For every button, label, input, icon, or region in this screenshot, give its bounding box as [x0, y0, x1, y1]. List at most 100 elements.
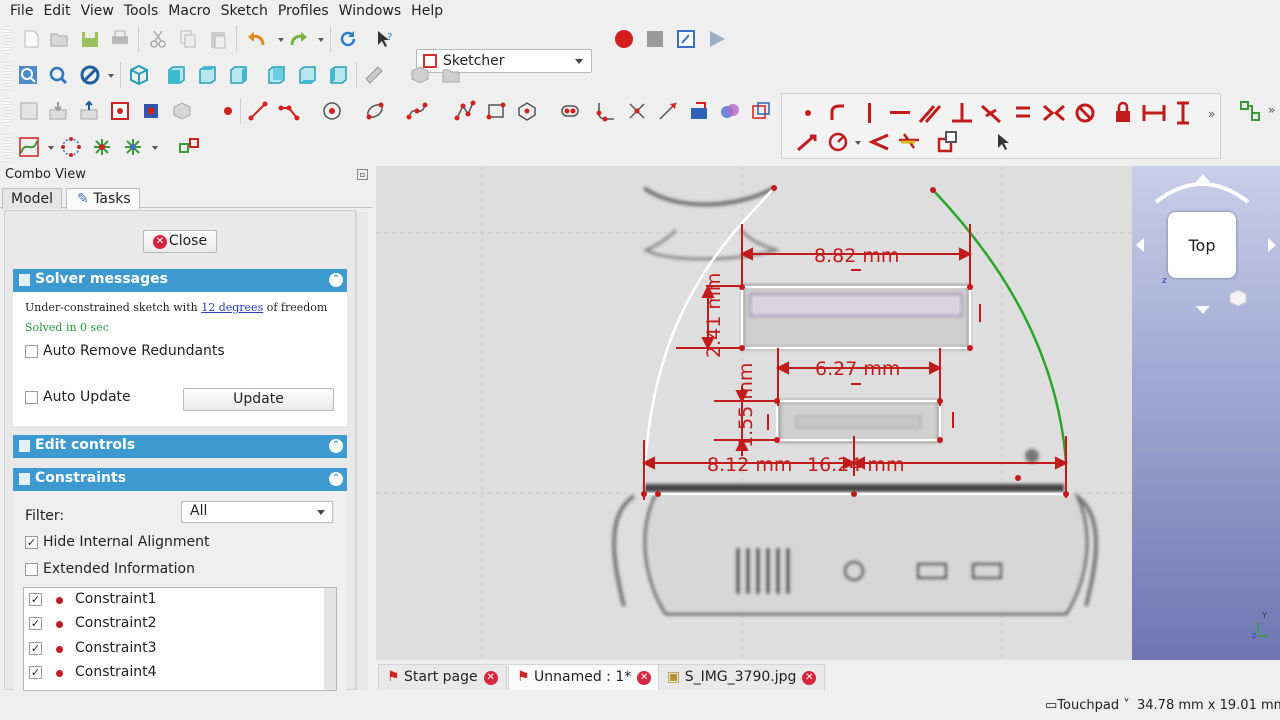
- menu-help[interactable]: Help: [406, 0, 448, 22]
- dimension-label[interactable]: 16.24 mm: [807, 454, 904, 476]
- extended-information-checkbox[interactable]: [25, 563, 38, 576]
- create-point-icon[interactable]: [215, 98, 241, 124]
- bottom-view-icon[interactable]: [294, 62, 320, 88]
- 3d-viewport[interactable]: 8.82 mm 6.27 mm 8.12 mm 16.24 mm 2.41 mm…: [376, 166, 1132, 660]
- list-item[interactable]: ✓ Constraint3: [24, 637, 319, 661]
- front-view-icon[interactable]: [163, 62, 189, 88]
- create-conic-icon[interactable]: [362, 98, 388, 124]
- solver-messages-header[interactable]: Solver messages ⌃: [13, 269, 347, 292]
- view-menu-cube-icon[interactable]: [1229, 289, 1247, 307]
- cut-icon[interactable]: [145, 26, 171, 52]
- list-item[interactable]: ✓ Constraint1: [24, 588, 319, 612]
- view-section-icon[interactable]: [138, 98, 164, 124]
- constrain-horizontal-icon[interactable]: [890, 111, 910, 114]
- carbon-copy-icon[interactable]: [717, 98, 743, 124]
- measure-distance-icon[interactable]: [361, 62, 387, 88]
- constrain-parallel-icon[interactable]: [918, 105, 942, 123]
- undock-icon[interactable]: ▫: [357, 169, 368, 180]
- tab-unnamed[interactable]: ⚑ Unnamed : 1* ✕: [508, 664, 661, 690]
- constrain-block-icon[interactable]: [1075, 103, 1095, 123]
- list-item[interactable]: ✓ Constraint2: [24, 612, 319, 636]
- isometric-view-icon[interactable]: [126, 62, 152, 88]
- menu-sketch[interactable]: Sketch: [216, 0, 273, 22]
- nav-up-arrow-icon[interactable]: [1196, 174, 1210, 182]
- menu-view[interactable]: View: [76, 0, 119, 22]
- create-slot-icon[interactable]: [557, 98, 583, 124]
- close-tab-icon[interactable]: ✕: [483, 671, 498, 685]
- constraints-header[interactable]: Constraints ⌃: [13, 468, 347, 491]
- new-sketch-icon[interactable]: [16, 98, 42, 124]
- close-tab-icon[interactable]: ✕: [637, 671, 652, 685]
- task-panel-scrollbar[interactable]: [356, 212, 368, 690]
- whats-this-icon[interactable]: ?: [372, 26, 398, 52]
- nav-down-arrow-icon[interactable]: [1196, 306, 1210, 314]
- right-view-icon[interactable]: [225, 62, 251, 88]
- new-document-icon[interactable]: [18, 26, 44, 52]
- navigation-style-selector[interactable]: ▭Touchpad ˅: [1045, 698, 1130, 713]
- create-polygon-icon[interactable]: [514, 98, 540, 124]
- create-bspline-icon[interactable]: [404, 98, 430, 124]
- constrain-vertical-distance-icon[interactable]: [1177, 101, 1189, 125]
- rotate-arrow-icon[interactable]: [1154, 182, 1250, 204]
- tab-tasks[interactable]: ✎ Tasks: [66, 188, 140, 209]
- nav-left-arrow-icon[interactable]: [1136, 238, 1144, 252]
- navigation-cube[interactable]: Top: [1168, 212, 1236, 278]
- extend-edge-icon[interactable]: [655, 98, 681, 124]
- undo-icon[interactable]: [243, 26, 269, 52]
- collapse-icon[interactable]: ⌃: [329, 273, 343, 287]
- constrain-tangent-icon[interactable]: [981, 104, 1001, 124]
- construction-mode-icon[interactable]: [748, 98, 774, 124]
- dimension-label[interactable]: 2.41 mm: [703, 273, 725, 358]
- update-button[interactable]: Update: [183, 388, 334, 411]
- fit-all-icon[interactable]: [15, 62, 41, 88]
- list-item[interactable]: ✓ Constraint4: [24, 661, 319, 685]
- open-folder-icon[interactable]: [46, 26, 72, 52]
- more-toolbar-icon[interactable]: »: [1262, 98, 1280, 124]
- tab-model[interactable]: Model: [2, 188, 63, 209]
- auto-update-checkbox[interactable]: [25, 391, 38, 404]
- tab-image[interactable]: ▣ S_IMG_3790.jpg ✕: [658, 664, 826, 690]
- create-fillet-icon[interactable]: [593, 98, 619, 124]
- copy-icon[interactable]: [175, 26, 201, 52]
- menu-profiles[interactable]: Profiles: [273, 0, 334, 22]
- close-tab-icon[interactable]: ✕: [802, 671, 817, 685]
- menu-edit[interactable]: Edit: [38, 0, 75, 22]
- constrain-coincident-icon[interactable]: [805, 110, 811, 116]
- constrain-equal-icon[interactable]: [1016, 106, 1030, 118]
- constrain-horizontal-distance-icon[interactable]: [1142, 105, 1166, 121]
- top-view-icon[interactable]: [194, 62, 220, 88]
- constrain-vertical-icon[interactable]: [868, 103, 871, 123]
- external-geometry-icon[interactable]: [686, 98, 712, 124]
- left-view-icon[interactable]: [325, 62, 351, 88]
- constrain-perpendicular-icon[interactable]: [952, 103, 972, 123]
- create-rectangle-icon[interactable]: [483, 98, 509, 124]
- collapse-icon[interactable]: ⌃: [329, 472, 343, 486]
- filter-select[interactable]: All: [181, 501, 333, 523]
- view-sketch-icon[interactable]: [107, 98, 133, 124]
- print-icon[interactable]: [107, 26, 133, 52]
- dimension-label[interactable]: 8.82 mm: [814, 245, 899, 267]
- create-line-icon[interactable]: [245, 98, 271, 124]
- refresh-icon[interactable]: [335, 26, 361, 52]
- trim-edge-icon[interactable]: [624, 98, 650, 124]
- bspline-knot-icon[interactable]: [58, 134, 84, 160]
- paste-icon[interactable]: [205, 26, 231, 52]
- toolbar-overflow-icon[interactable]: »: [1208, 107, 1215, 121]
- validate-sketch-icon[interactable]: [169, 98, 195, 124]
- compound-bspline-icon[interactable]: [176, 134, 202, 160]
- map-sketch-icon[interactable]: [45, 98, 71, 124]
- menu-file[interactable]: File: [0, 0, 38, 22]
- leave-sketch-icon[interactable]: [76, 98, 102, 124]
- list-scrollbar[interactable]: [324, 588, 336, 690]
- edit-macro-icon[interactable]: [673, 26, 699, 52]
- dimension-label[interactable]: 8.12 mm: [707, 454, 792, 476]
- dimension-label[interactable]: 6.27 mm: [815, 358, 900, 380]
- sketcher-tools-icon[interactable]: [1237, 98, 1263, 124]
- auto-remove-redundants-checkbox[interactable]: [25, 345, 38, 358]
- collapse-icon[interactable]: ⌃: [329, 439, 343, 453]
- stop-macro-icon[interactable]: [642, 26, 668, 52]
- dimension-label[interactable]: 1.55 mm: [735, 363, 757, 448]
- run-macro-icon[interactable]: [704, 26, 730, 52]
- create-circle-icon[interactable]: [319, 98, 345, 124]
- sketch-canvas[interactable]: 8.82 mm 6.27 mm 8.12 mm 16.24 mm 2.41 mm…: [376, 166, 1132, 660]
